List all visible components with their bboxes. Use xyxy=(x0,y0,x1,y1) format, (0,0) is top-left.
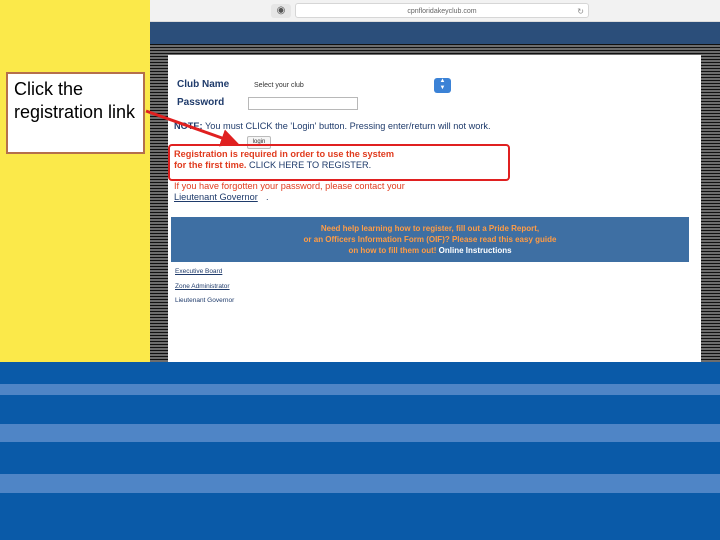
help-line-3-text: on how to fill them out! xyxy=(348,246,437,255)
site-header-bar xyxy=(150,22,720,44)
help-banner: Need help learning how to register, fill… xyxy=(171,217,689,262)
updown-chevron-icon[interactable]: ▲ ▼ xyxy=(434,78,451,93)
registration-highlight-box xyxy=(168,144,510,181)
footer-stripe xyxy=(0,474,720,493)
instruction-callout: Click the registration link xyxy=(6,72,145,154)
help-line-1: Need help learning how to register, fill… xyxy=(320,224,540,233)
url-bar[interactable]: cpnfloridakeyclub.com ↻ xyxy=(295,3,589,18)
note-text: You must CLICK the 'Login' button. Press… xyxy=(202,121,491,131)
online-instructions-link[interactable]: Online Instructions xyxy=(436,246,512,255)
zone-administrator-link[interactable]: Zone Administrator xyxy=(175,283,230,290)
help-line-3: on how to fill them out! Online Instruct… xyxy=(171,246,689,255)
lieutenant-governor-text: Lieutenant Governor xyxy=(175,297,235,304)
reload-icon[interactable]: ↻ xyxy=(577,4,584,19)
footer-stripe xyxy=(0,424,720,442)
club-name-label: Club Name xyxy=(177,79,230,90)
shield-icon[interactable]: ◉ xyxy=(271,4,291,18)
url-text: cpnfloridakeyclub.com xyxy=(407,8,477,15)
footer-stripe xyxy=(0,384,720,395)
yellow-side-panel xyxy=(0,0,150,362)
password-label: Password xyxy=(177,97,225,108)
login-note: NOTE: You must CLICK the 'Login' button.… xyxy=(174,121,554,131)
password-field[interactable] xyxy=(248,97,358,110)
club-select[interactable]: Select your club xyxy=(250,78,452,94)
executive-board-link[interactable]: Executive Board xyxy=(175,268,222,275)
help-line-2: or an Officers Information Form (OIF)? P… xyxy=(303,235,557,244)
lieutenant-governor-link[interactable]: Lieutenant Governor xyxy=(174,192,258,202)
note-label: NOTE: xyxy=(174,121,203,131)
forgot-password-text: If you have forgotten your password, ple… xyxy=(174,181,405,191)
forgot-period: . xyxy=(266,192,269,202)
